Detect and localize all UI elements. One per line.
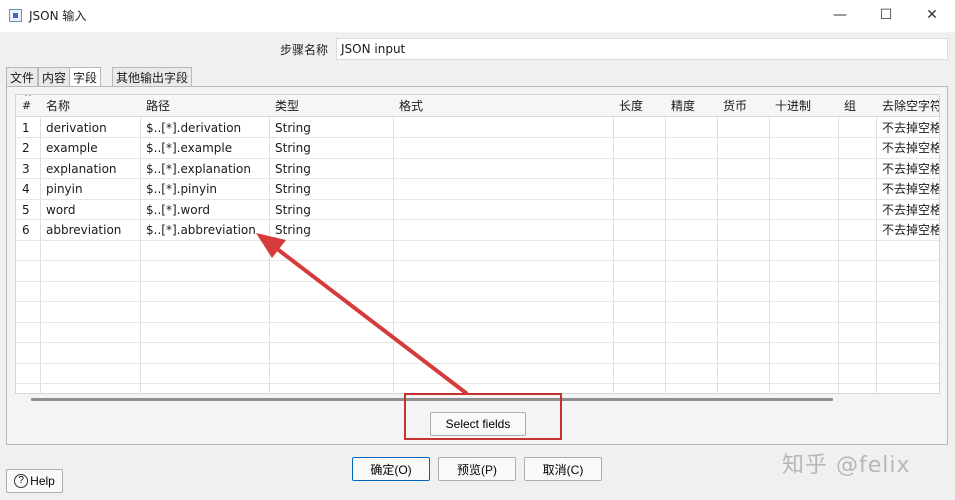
preview-button[interactable]: 预览(P) xyxy=(438,457,516,481)
field-path-cell[interactable]: $..[*].word xyxy=(142,200,210,220)
field-type-cell[interactable]: String xyxy=(271,118,311,138)
field-path-cell[interactable]: $..[*].derivation xyxy=(142,118,241,138)
window-title: JSON 输入 xyxy=(29,9,87,23)
column-header-decimal[interactable]: 十进制 xyxy=(771,95,811,117)
close-icon[interactable]: ✕ xyxy=(909,0,955,32)
field-type-cell[interactable]: String xyxy=(271,220,311,240)
maximize-icon[interactable]: ☐ xyxy=(863,0,909,32)
row-index: 5 xyxy=(22,203,30,217)
annotation-highlight-box xyxy=(404,393,562,440)
table-row[interactable]: 6 abbreviation $..[*].abbreviation Strin… xyxy=(16,220,939,240)
field-name-cell[interactable]: explanation xyxy=(42,159,117,179)
field-type-cell[interactable]: String xyxy=(271,138,311,158)
fields-panel: ^ # 名称 路径 类型 格式 长度 精度 货币 十进制 组 去除空字符串 1 … xyxy=(6,86,948,445)
field-path-cell[interactable]: $..[*].pinyin xyxy=(142,179,217,199)
row-index: 3 xyxy=(22,162,30,176)
cancel-button[interactable]: 取消(C) xyxy=(524,457,602,481)
title-bar: JSON 输入 — ☐ ✕ xyxy=(0,0,955,32)
field-name-cell[interactable]: word xyxy=(42,200,76,220)
column-header-format[interactable]: 格式 xyxy=(395,95,423,117)
field-trim-cell[interactable]: 不去掉空格 xyxy=(878,118,939,138)
tab-content[interactable]: 内容 xyxy=(38,67,71,86)
column-header-precision[interactable]: 精度 xyxy=(667,95,695,117)
field-name-cell[interactable]: derivation xyxy=(42,118,107,138)
column-header-length[interactable]: 长度 xyxy=(615,95,643,117)
field-trim-cell[interactable]: 不去掉空格 xyxy=(878,220,939,240)
ok-button[interactable]: 确定(O) xyxy=(352,457,430,481)
column-header-path[interactable]: 路径 xyxy=(142,95,170,117)
table-row[interactable]: 5 word $..[*].word String 不去掉空格 xyxy=(16,200,939,220)
column-header-type[interactable]: 类型 xyxy=(271,95,299,117)
field-type-cell[interactable]: String xyxy=(271,159,311,179)
table-row[interactable]: 1 derivation $..[*].derivation String 不去… xyxy=(16,118,939,138)
row-index: 1 xyxy=(22,121,30,135)
field-trim-cell[interactable]: 不去掉空格 xyxy=(878,179,939,199)
field-type-cell[interactable]: String xyxy=(271,179,311,199)
field-name-cell[interactable]: pinyin xyxy=(42,179,83,199)
field-name-cell[interactable]: abbreviation xyxy=(42,220,121,240)
field-path-cell[interactable]: $..[*].abbreviation xyxy=(142,220,256,240)
column-header-group[interactable]: 组 xyxy=(840,95,856,117)
field-path-cell[interactable]: $..[*].explanation xyxy=(142,159,251,179)
field-trim-cell[interactable]: 不去掉空格 xyxy=(878,200,939,220)
tab-fields[interactable]: 字段 xyxy=(69,67,102,87)
row-index: 6 xyxy=(22,223,30,237)
minimize-icon[interactable]: — xyxy=(817,0,863,32)
table-header: ^ # 名称 路径 类型 格式 长度 精度 货币 十进制 组 去除空字符串 xyxy=(16,95,939,117)
fields-table[interactable]: ^ # 名称 路径 类型 格式 长度 精度 货币 十进制 组 去除空字符串 1 … xyxy=(15,94,940,394)
watermark: 知乎 @felix xyxy=(782,453,911,478)
tab-additional-output-fields[interactable]: 其他输出字段 xyxy=(112,67,193,86)
step-name-input[interactable]: JSON input xyxy=(336,38,948,60)
column-header-name[interactable]: 名称 xyxy=(42,95,70,117)
table-row[interactable]: 3 explanation $..[*].explanation String … xyxy=(16,159,939,179)
column-header-currency[interactable]: 货币 xyxy=(719,95,747,117)
field-path-cell[interactable]: $..[*].example xyxy=(142,138,232,158)
row-index: 2 xyxy=(22,141,30,155)
column-header-trim-type[interactable]: 去除空字符串 xyxy=(878,95,939,117)
step-name-label: 步骤名称 xyxy=(280,43,329,57)
table-row[interactable]: 4 pinyin $..[*].pinyin String 不去掉空格 xyxy=(16,179,939,199)
field-trim-cell[interactable]: 不去掉空格 xyxy=(878,159,939,179)
column-header-index[interactable]: # xyxy=(22,100,31,112)
app-icon xyxy=(9,9,22,22)
table-row[interactable]: 2 example $..[*].example String 不去掉空格 xyxy=(16,138,939,158)
field-type-cell[interactable]: String xyxy=(271,200,311,220)
help-icon: ? xyxy=(14,474,29,489)
field-trim-cell[interactable]: 不去掉空格 xyxy=(878,138,939,158)
help-button[interactable]: ? Help xyxy=(6,469,63,493)
field-name-cell[interactable]: example xyxy=(42,138,98,158)
row-index: 4 xyxy=(22,182,30,196)
help-label: Help xyxy=(30,473,55,488)
tab-file[interactable]: 文件 xyxy=(6,67,39,86)
